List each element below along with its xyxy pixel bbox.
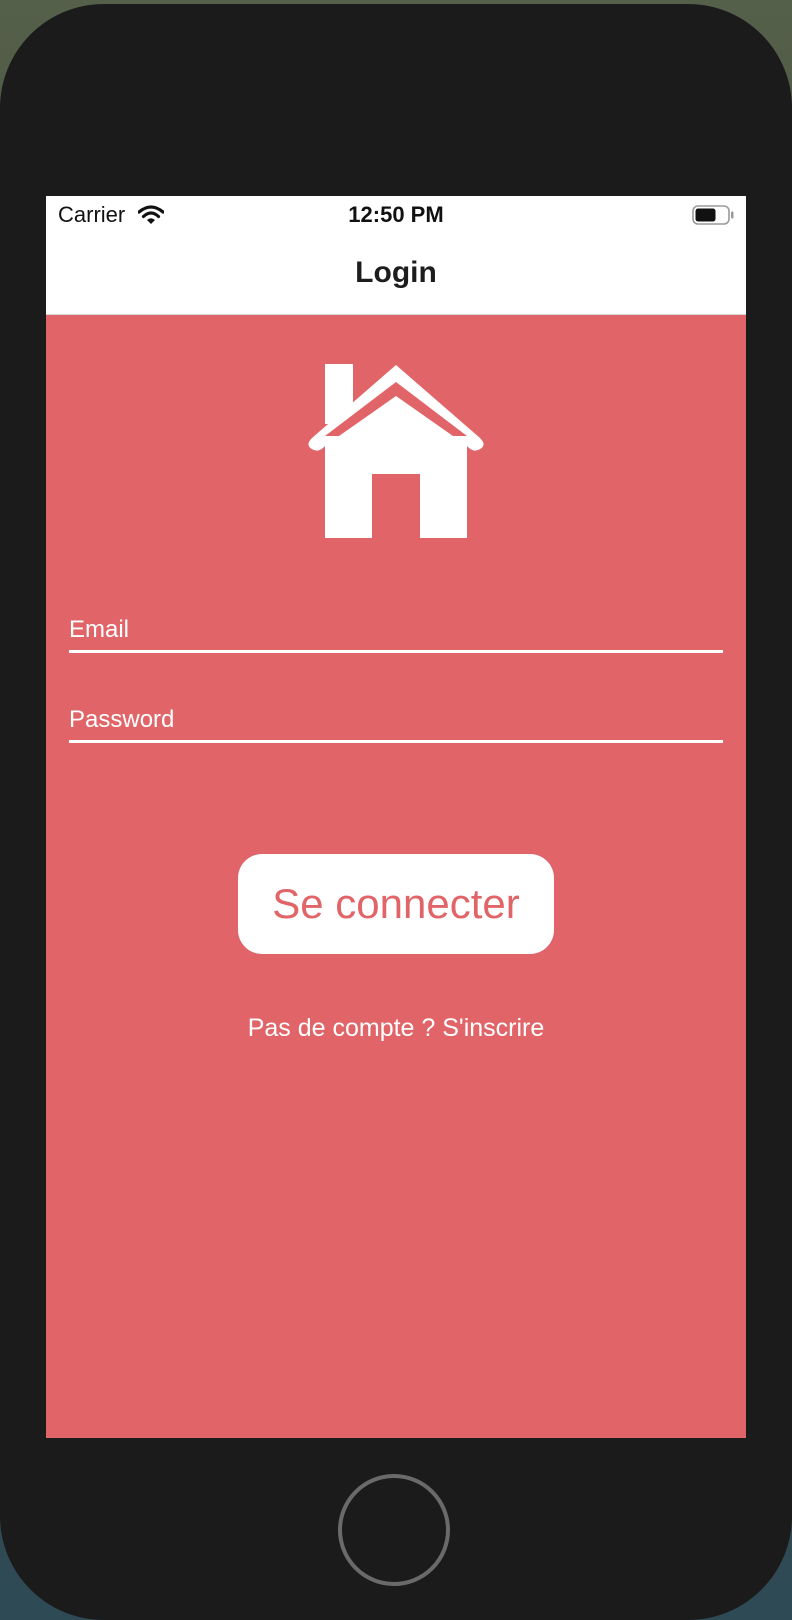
status-bar: Carrier 12:50 PM <box>46 196 746 234</box>
email-field[interactable] <box>69 606 723 653</box>
password-input[interactable] <box>69 700 723 740</box>
battery-icon <box>692 205 734 225</box>
navigation-bar: Login <box>46 234 746 315</box>
signup-link[interactable]: Pas de compte ? S'inscrire <box>46 1014 746 1043</box>
login-button[interactable]: Se connecter <box>238 854 554 954</box>
status-time: 12:50 PM <box>348 202 444 227</box>
home-button[interactable] <box>338 1474 450 1586</box>
email-input[interactable] <box>69 610 723 650</box>
page-title: Login <box>355 256 437 289</box>
password-field[interactable] <box>69 696 723 743</box>
app-screen: Carrier 12:50 PM Login Email Se connecte… <box>46 196 746 1438</box>
phone-frame: Carrier 12:50 PM Login Email Se connecte… <box>0 4 792 1620</box>
house-icon <box>308 364 484 538</box>
